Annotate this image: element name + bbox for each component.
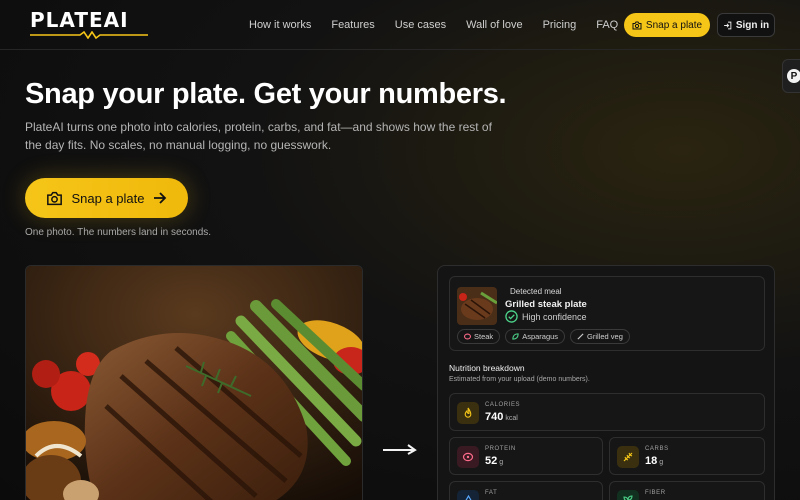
confidence-indicator: High confidence — [505, 310, 587, 323]
carbs-label: CARBS — [645, 446, 669, 452]
fiber-label: FIBER — [645, 490, 666, 496]
nav-link-features[interactable]: Features — [331, 19, 374, 31]
nav-link-pricing[interactable]: Pricing — [543, 19, 577, 31]
meal-name: Grilled steak plate — [505, 299, 587, 310]
droplet-icon — [457, 490, 479, 500]
chip-steak: Steak — [457, 329, 501, 344]
meal-thumbnail — [457, 287, 497, 325]
hero-note: One photo. The numbers land in seconds. — [25, 227, 212, 238]
hero-subtitle: PlateAI turns one photo into calories, p… — [25, 120, 492, 152]
stat-fiber: FIBER — [609, 481, 765, 500]
calories-value: 740 kcal — [485, 411, 518, 423]
arrow-right-icon — [153, 192, 166, 204]
chip-asparagus: Asparagus — [505, 329, 566, 344]
sign-in-icon — [723, 21, 732, 29]
nav-link-wall-of-love[interactable]: Wall of love — [466, 19, 522, 31]
top-nav: PLATEAI How it works Features Use cases … — [0, 0, 800, 50]
meat-icon — [457, 446, 479, 468]
sign-in-label: Sign in — [735, 19, 770, 31]
check-circle-icon — [505, 310, 518, 323]
nav-snap-button[interactable]: Snap a plate — [624, 13, 710, 37]
steak-icon — [464, 333, 471, 340]
detected-meal-card: Detected meal Grilled steak plate High c… — [449, 276, 765, 351]
pepper-icon — [577, 333, 584, 340]
ingredient-chips: Steak Asparagus Grilled veg — [457, 329, 630, 344]
camera-icon — [47, 191, 63, 205]
nav-links: How it works Features Use cases Wall of … — [249, 0, 638, 50]
detected-meal-label: Detected meal — [510, 287, 562, 296]
hero-snap-button[interactable]: Snap a plate — [25, 178, 188, 218]
chip-grilled-veg: Grilled veg — [570, 329, 630, 344]
arrow-right-icon — [383, 444, 417, 455]
side-widget-tab[interactable]: P — [782, 59, 800, 93]
stat-protein: PROTEIN 52 g — [449, 437, 603, 475]
pulse-line-icon — [30, 31, 148, 39]
nav-link-how-it-works[interactable]: How it works — [249, 19, 311, 31]
nav-link-faq[interactable]: FAQ — [596, 19, 618, 31]
calories-label: CALORIES — [485, 402, 521, 408]
protein-value: 52 g — [485, 455, 504, 467]
leaf-icon — [512, 333, 519, 340]
stat-calories: CALORIES 740 kcal — [449, 393, 765, 431]
nav-link-use-cases[interactable]: Use cases — [395, 19, 446, 31]
side-widget-letter: P — [787, 69, 800, 83]
fat-label: FAT — [485, 490, 498, 496]
stat-fat: FAT — [449, 481, 603, 500]
logo-text: PLATEAI — [30, 8, 129, 32]
breakdown-title: Nutrition breakdown — [449, 363, 525, 373]
wheat-icon — [617, 446, 639, 468]
sprout-icon — [617, 490, 639, 500]
protein-label: PROTEIN — [485, 446, 516, 452]
hero-snap-label: Snap a plate — [71, 190, 145, 206]
camera-icon — [632, 21, 642, 29]
nav-snap-label: Snap a plate — [645, 19, 703, 31]
logo[interactable]: PLATEAI — [30, 10, 148, 40]
breakdown-subtitle: Estimated from your upload (demo numbers… — [449, 376, 590, 383]
carbs-value: 18 g — [645, 455, 664, 467]
steak-plate-image — [26, 266, 362, 500]
sign-in-button[interactable]: Sign in — [717, 13, 775, 37]
result-panel: Detected meal Grilled steak plate High c… — [437, 265, 775, 500]
hero-title: Snap your plate. Get your numbers. — [25, 78, 507, 110]
stat-carbs: CARBS 18 g — [609, 437, 765, 475]
confidence-label: High confidence — [522, 311, 587, 322]
food-photo — [25, 265, 363, 500]
flame-icon — [457, 402, 479, 424]
